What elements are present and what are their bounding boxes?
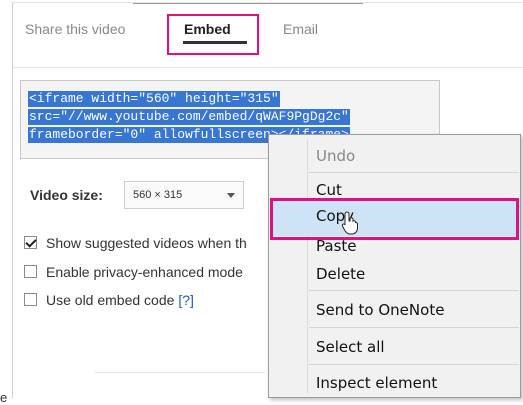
embed-code-line-2[interactable]: src="//www.youtube.com/embed/qWAF9PgDg2c… <box>28 109 350 125</box>
tab-email[interactable]: Email <box>283 21 318 37</box>
option-label: Show suggested videos when th <box>46 235 247 251</box>
chevron-down-icon <box>227 193 235 198</box>
menu-item-delete[interactable]: Delete <box>316 265 365 283</box>
checkbox-privacy-mode[interactable] <box>24 265 37 278</box>
menu-item-select-all[interactable]: Select all <box>316 338 385 356</box>
help-link[interactable]: [?] <box>178 292 194 308</box>
menu-separator <box>309 364 519 365</box>
option-label: Enable privacy-enhanced mode <box>46 264 243 280</box>
tab-share[interactable]: Share this video <box>25 21 125 37</box>
active-tab-underline <box>183 41 247 44</box>
context-menu: Undo Cut Copy Paste Delete Send to OneNo… <box>268 134 521 398</box>
video-size-value: 560 × 315 <box>133 189 183 201</box>
menu-item-undo[interactable]: Undo <box>316 147 355 165</box>
menu-separator <box>309 290 519 291</box>
menu-item-cut[interactable]: Cut <box>316 181 342 199</box>
checkbox-suggested-videos[interactable] <box>24 236 37 249</box>
share-tabs: Share this video Embed Email <box>13 3 523 67</box>
bottom-divider <box>95 372 265 373</box>
hand-cursor-icon <box>341 211 358 235</box>
menu-item-inspect-element[interactable]: Inspect element <box>316 374 437 392</box>
menu-gutter <box>307 139 308 393</box>
stray-text: e <box>0 390 8 405</box>
embed-code-line-1[interactable]: <iframe width="560" height="315" <box>28 91 280 107</box>
video-size-label: Video size: <box>30 187 103 203</box>
copy-highlight-box <box>270 198 519 240</box>
menu-separator <box>309 172 519 173</box>
tab-embed[interactable]: Embed <box>184 21 231 37</box>
option-label: Use old embed code [?] <box>46 292 194 308</box>
video-size-select[interactable]: 560 × 315 <box>124 181 244 209</box>
menu-separator <box>309 327 519 328</box>
tabs-divider <box>13 67 523 68</box>
checkbox-old-embed-code[interactable] <box>24 293 37 306</box>
menu-item-send-to-onenote[interactable]: Send to OneNote <box>316 301 444 319</box>
